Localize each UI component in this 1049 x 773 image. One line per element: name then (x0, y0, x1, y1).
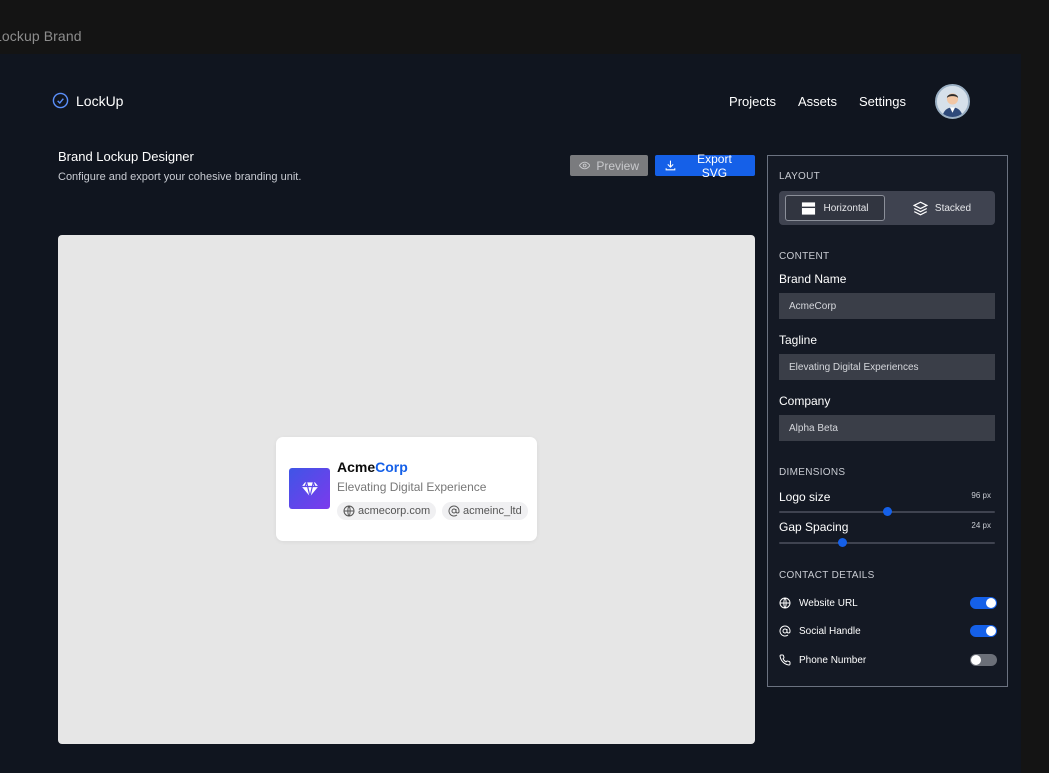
social-chip: acmeinc_ltd (442, 502, 528, 520)
at-sign-icon (779, 625, 791, 637)
layout-toggle-group: Horizontal Stacked (779, 191, 995, 225)
card-tagline: Elevating Digital Experience (337, 480, 487, 494)
company-label: Company (779, 394, 831, 408)
website-url-toggle[interactable] (970, 597, 997, 609)
diamond-icon (301, 481, 318, 497)
brand-name-input[interactable] (779, 293, 995, 319)
contact-row-website: Website URL (779, 595, 997, 611)
contact-row-phone: Phone Number (779, 652, 997, 668)
contact-social-label: Social Handle (799, 625, 861, 637)
check-circle-icon (52, 92, 69, 109)
brand-name-label: Brand Name (779, 272, 847, 286)
brand-lockup-card: AcmeCorp Elevating Digital Experience ac… (276, 437, 537, 541)
user-avatar-icon (937, 86, 968, 117)
layout-section-label: LAYOUT (779, 171, 821, 182)
tagline-label: Tagline (779, 333, 818, 347)
contact-phone-label: Phone Number (799, 654, 867, 666)
layout-option-stacked[interactable]: Stacked (895, 195, 989, 221)
logo-size-label: Logo size (779, 490, 831, 504)
download-icon (665, 160, 676, 171)
logo-text: LockUp (76, 92, 124, 109)
eye-icon (579, 161, 591, 170)
globe-icon (779, 597, 791, 609)
page-title: Brand Lockup Designer (58, 149, 194, 164)
toggle-knob (986, 626, 996, 636)
logo-size-slider-thumb[interactable] (883, 507, 892, 516)
preview-canvas: AcmeCorp Elevating Digital Experience ac… (58, 235, 755, 744)
nav-projects[interactable]: Projects (729, 94, 776, 109)
export-svg-button[interactable]: Export SVG (655, 152, 755, 180)
layout-option-horizontal-label: Horizontal (823, 202, 869, 214)
preview-label: Preview (596, 158, 639, 173)
toggle-knob (986, 598, 996, 608)
company-input[interactable] (779, 415, 995, 441)
gap-spacing-slider-thumb[interactable] (837, 538, 847, 547)
nav-assets[interactable]: Assets (798, 94, 837, 109)
gap-spacing-slider[interactable] (779, 538, 995, 547)
phone-icon (779, 654, 791, 666)
at-sign-icon (448, 505, 460, 517)
contact-row-social: Social Handle (779, 623, 997, 639)
preview-button[interactable]: Preview (570, 155, 648, 176)
top-nav: Projects Assets Settings (729, 94, 906, 109)
app-window: LockUp Projects Assets Settings Brand Lo… (0, 54, 1021, 773)
logo-size-slider[interactable] (779, 507, 995, 516)
tagline-input[interactable] (779, 354, 995, 380)
nav-settings[interactable]: Settings (859, 94, 906, 109)
website-chip: acmecorp.com (337, 502, 437, 520)
horizontal-layout-icon (802, 201, 816, 215)
card-brand-name: AcmeCorp (337, 459, 408, 475)
layout-option-horizontal[interactable]: Horizontal (785, 195, 885, 221)
brand-name-accent: Corp (375, 459, 408, 475)
settings-panel: LAYOUT Horizontal Stacked CONTENT Brand … (767, 155, 1008, 687)
website-chip-text: acmecorp.com (358, 505, 431, 517)
toggle-knob (971, 655, 981, 665)
contact-website-label: Website URL (799, 597, 858, 609)
content-section-label: CONTENT (779, 251, 830, 262)
brand-logo (289, 468, 330, 509)
export-label: Export SVG (697, 151, 732, 180)
globe-icon (343, 505, 355, 517)
window-title: Lockup Brand (0, 28, 82, 44)
social-handle-toggle[interactable] (970, 625, 997, 637)
gap-spacing-label: Gap Spacing (779, 520, 849, 534)
layout-option-stacked-label: Stacked (934, 202, 972, 214)
dimensions-section-label: DIMENSIONS (779, 467, 846, 478)
contact-section-label: CONTACT DETAILS (779, 570, 875, 581)
logo-size-value: 96 px (971, 491, 991, 500)
gap-spacing-value: 24 px (971, 521, 991, 530)
avatar[interactable] (935, 84, 970, 119)
layers-icon (912, 201, 928, 215)
app-logo[interactable]: LockUp (52, 92, 123, 109)
social-chip-text: acmeinc_ltd (463, 505, 522, 517)
page-subtitle: Configure and export your cohesive brand… (58, 171, 302, 183)
brand-name-primary: Acme (337, 459, 376, 475)
phone-number-toggle[interactable] (970, 654, 997, 666)
